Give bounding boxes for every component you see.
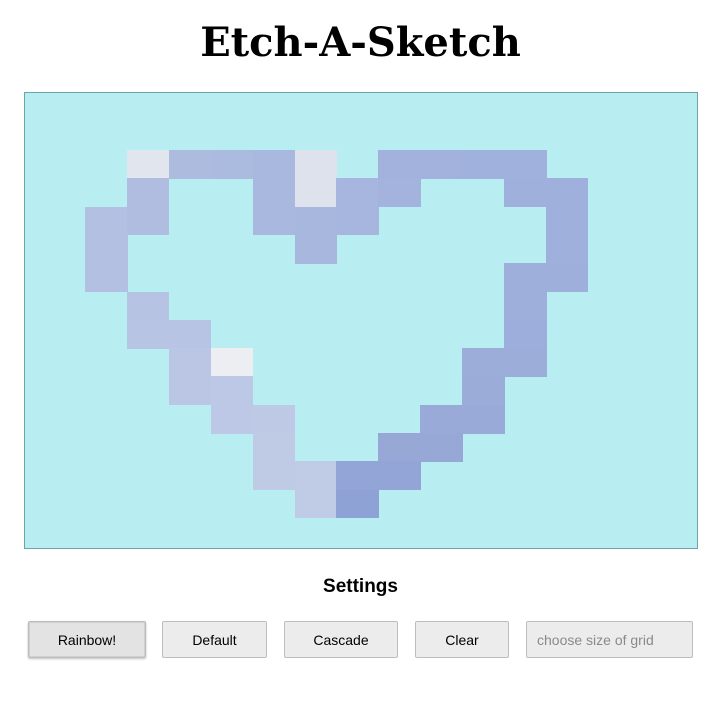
grid-cell[interactable] [294, 461, 337, 491]
grid-cell[interactable] [210, 150, 254, 179]
grid-cell[interactable] [378, 150, 421, 179]
grid-cell[interactable] [462, 404, 505, 434]
grid-cell[interactable] [545, 206, 589, 236]
grid-cell[interactable] [504, 291, 547, 321]
grid-cell[interactable] [210, 348, 254, 377]
grid-cell[interactable] [378, 178, 421, 208]
grid-cell[interactable] [168, 348, 212, 377]
grid-cell[interactable] [294, 234, 337, 264]
grid-cell[interactable] [336, 461, 379, 491]
grid-cell[interactable] [252, 150, 296, 179]
grid-cell[interactable] [85, 263, 128, 293]
grid-cell[interactable] [126, 319, 170, 349]
grid-cell[interactable] [126, 291, 170, 321]
grid-cell[interactable] [545, 178, 589, 208]
grid-cell[interactable] [252, 404, 296, 434]
grid-cell[interactable] [294, 178, 337, 208]
grid-cell[interactable] [210, 376, 254, 406]
default-button[interactable]: Default [162, 621, 267, 658]
grid-cell[interactable] [336, 178, 379, 208]
settings-heading: Settings [323, 576, 398, 597]
grid-cell[interactable] [504, 263, 547, 293]
grid-cell[interactable] [168, 376, 212, 406]
grid-cell[interactable] [504, 178, 547, 208]
grid-cell[interactable] [462, 376, 505, 406]
grid-cell[interactable] [545, 263, 589, 293]
rainbow-button[interactable]: Rainbow! [28, 621, 146, 658]
grid-cell[interactable] [85, 234, 128, 264]
grid-cell[interactable] [462, 150, 505, 179]
grid-cell[interactable] [294, 489, 337, 519]
grid-cell[interactable] [168, 150, 212, 179]
sketch-grid[interactable] [24, 92, 698, 549]
grid-cell[interactable] [504, 319, 547, 349]
grid-size-input[interactable] [526, 621, 693, 658]
grid-cell[interactable] [420, 404, 463, 434]
page-title: Etch-A-Sketch [200, 19, 521, 66]
grid-cell[interactable] [336, 489, 379, 519]
grid-cell[interactable] [126, 206, 170, 236]
grid-cell[interactable] [252, 178, 296, 208]
grid-cell[interactable] [210, 404, 254, 434]
grid-cell[interactable] [378, 461, 421, 491]
grid-cell[interactable] [294, 206, 337, 236]
grid-cell[interactable] [168, 319, 212, 349]
grid-cell[interactable] [504, 348, 547, 377]
grid-cell[interactable] [126, 178, 170, 208]
grid-cell[interactable] [336, 206, 379, 236]
cascade-button[interactable]: Cascade [284, 621, 398, 658]
clear-button[interactable]: Clear [415, 621, 509, 658]
grid-cell[interactable] [378, 433, 421, 462]
grid-cell[interactable] [504, 150, 547, 179]
grid-cell[interactable] [462, 348, 505, 377]
grid-cell[interactable] [545, 234, 589, 264]
grid-cell[interactable] [420, 433, 463, 462]
grid-cell[interactable] [252, 433, 296, 462]
grid-cell[interactable] [420, 150, 463, 179]
grid-cell[interactable] [294, 150, 337, 179]
grid-cell[interactable] [126, 150, 170, 179]
grid-cell[interactable] [252, 206, 296, 236]
grid-cell[interactable] [85, 206, 128, 236]
grid-cell[interactable] [252, 461, 296, 491]
